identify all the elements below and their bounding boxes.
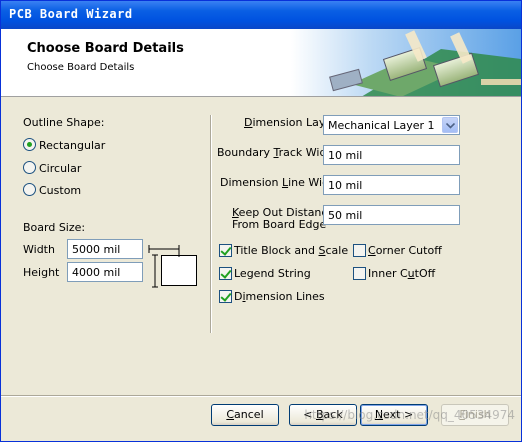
dimension-lines-label[interactable]: Dimension Lines xyxy=(234,290,325,303)
inner-cutoff-label[interactable]: Inner CutOff xyxy=(368,267,435,280)
dimension-line-width-input[interactable]: 10 mil xyxy=(323,175,460,195)
title-bar[interactable]: PCB Board Wizard xyxy=(1,1,521,29)
custom-radio[interactable] xyxy=(23,183,36,196)
outline-shape-label: Outline Shape: xyxy=(23,116,105,129)
pcb-banner-image xyxy=(291,29,521,96)
page-title: Choose Board Details xyxy=(27,41,184,56)
title-block-scale-label[interactable]: Title Block and Scale xyxy=(234,244,348,257)
dimension-layer-value: Mechanical Layer 1 xyxy=(328,119,435,132)
corner-cutoff-checkbox[interactable] xyxy=(353,244,366,257)
width-label: Width xyxy=(23,243,55,256)
chevron-down-icon[interactable] xyxy=(442,117,458,133)
wizard-window: PCB Board Wizard Choose Board Details Ch… xyxy=(0,0,522,442)
vertical-divider xyxy=(210,115,212,333)
custom-radio-label[interactable]: Custom xyxy=(39,184,81,197)
window-title: PCB Board Wizard xyxy=(9,7,133,21)
title-block-scale-checkbox[interactable] xyxy=(219,244,232,257)
back-button[interactable]: < Back xyxy=(289,404,357,426)
corner-cutoff-label[interactable]: Corner Cutoff xyxy=(368,244,442,257)
wizard-header: Choose Board Details Choose Board Detail… xyxy=(1,29,521,97)
boundary-track-width-label: Boundary Track Width xyxy=(217,146,338,159)
keep-out-edge-label: From Board Edge xyxy=(232,218,327,231)
height-input[interactable]: 4000 mil xyxy=(67,262,143,282)
circular-radio-label[interactable]: Circular xyxy=(39,162,81,175)
cancel-button[interactable]: Cancel xyxy=(211,404,279,426)
width-input[interactable]: 5000 mil xyxy=(67,239,143,259)
boundary-track-width-input[interactable]: 10 mil xyxy=(323,145,460,165)
inner-cutoff-checkbox[interactable] xyxy=(353,267,366,280)
rectangular-radio-label[interactable]: Rectangular xyxy=(39,139,105,152)
rectangular-radio[interactable] xyxy=(23,138,36,151)
keep-out-distance-input[interactable]: 50 mil xyxy=(323,205,460,225)
dimension-lines-checkbox[interactable] xyxy=(219,290,232,303)
legend-string-label[interactable]: Legend String xyxy=(234,267,311,280)
board-size-diagram-icon xyxy=(148,245,197,288)
next-button[interactable]: Next > xyxy=(360,404,428,426)
dimension-layer-select[interactable]: Mechanical Layer 1 xyxy=(323,115,460,135)
legend-string-checkbox[interactable] xyxy=(219,267,232,280)
circular-radio[interactable] xyxy=(23,161,36,174)
height-label: Height xyxy=(23,266,60,279)
finish-button[interactable]: Finish xyxy=(441,404,509,426)
footer-divider xyxy=(1,395,521,397)
page-subtitle: Choose Board Details xyxy=(27,62,135,73)
board-size-label: Board Size: xyxy=(23,221,86,234)
